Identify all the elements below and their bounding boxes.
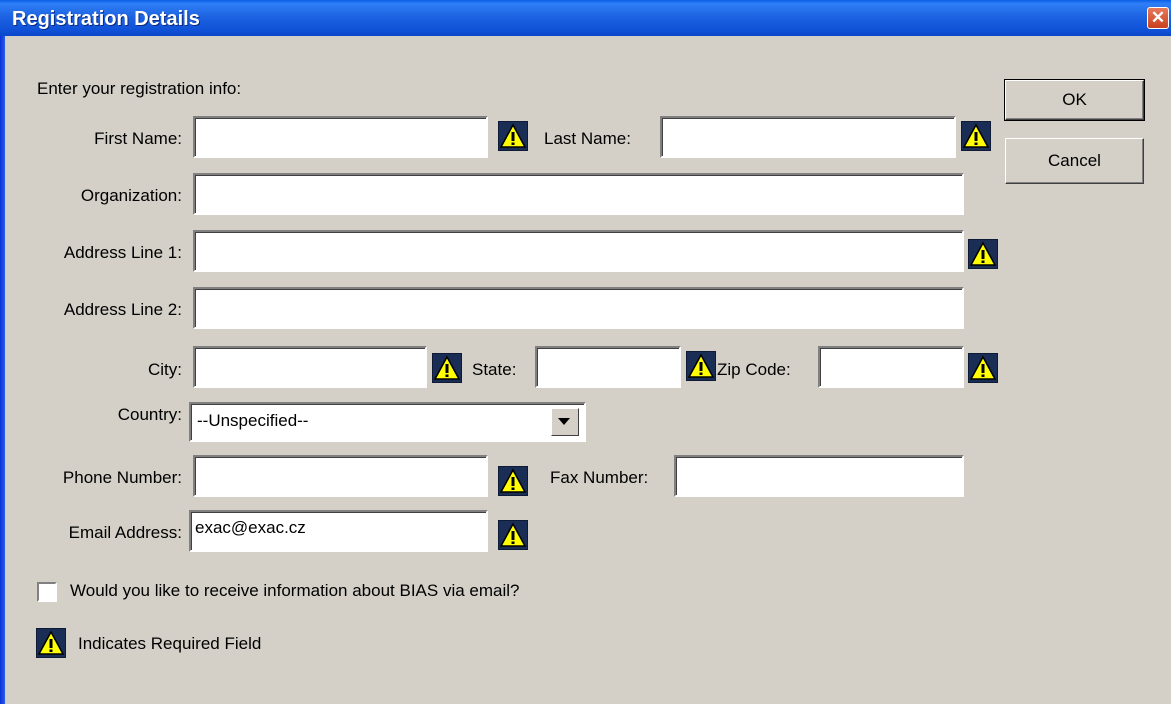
window-title: Registration Details <box>12 8 200 30</box>
email-address-input[interactable]: exac@exac.cz <box>189 510 488 552</box>
title-bar[interactable]: Registration Details ✕ <box>0 0 1171 36</box>
address-line-2-label: Address Line 2: <box>63 300 182 319</box>
ok-button[interactable]: OK <box>1004 79 1145 121</box>
state-input[interactable] <box>535 346 681 388</box>
first-name-label: First Name: <box>94 129 182 148</box>
address-line-1-input[interactable] <box>193 230 964 272</box>
organization-label: Organization: <box>80 186 182 205</box>
registration-dialog: Registration Details ✕ Enter your regist… <box>0 0 1171 704</box>
first-name-input[interactable] <box>193 116 488 158</box>
last-name-input[interactable] <box>660 116 956 158</box>
address-line-1-label: Address Line 1: <box>63 243 182 262</box>
address-line-2-input[interactable] <box>193 287 964 329</box>
warning-triangle-icon <box>961 121 991 151</box>
warning-triangle-icon <box>968 353 998 383</box>
zip-code-label: Zip Code: <box>717 360 791 379</box>
warning-triangle-icon <box>498 520 528 550</box>
country-label: Country: <box>117 405 182 424</box>
email-address-label: Email Address: <box>68 523 182 542</box>
last-name-label: Last Name: <box>544 129 631 148</box>
window-frame <box>0 36 5 704</box>
fax-number-input[interactable] <box>674 455 964 497</box>
bias-email-checkbox[interactable] <box>37 582 57 602</box>
country-select[interactable]: --Unspecified-- <box>189 402 586 442</box>
phone-number-input[interactable] <box>193 455 488 497</box>
bias-email-checkbox-label[interactable]: Would you like to receive information ab… <box>70 581 519 601</box>
warning-triangle-icon <box>968 239 998 269</box>
zip-code-input[interactable] <box>818 346 964 388</box>
fax-number-label: Fax Number: <box>550 468 649 487</box>
city-input[interactable] <box>193 346 427 388</box>
city-label: City: <box>148 360 182 379</box>
cancel-button[interactable]: Cancel <box>1005 138 1144 184</box>
close-icon: ✕ <box>1150 8 1166 27</box>
organization-input[interactable] <box>193 173 964 215</box>
warning-triangle-icon <box>498 121 528 151</box>
warning-triangle-icon <box>432 353 462 383</box>
intro-text: Enter your registration info: <box>37 79 242 98</box>
close-button[interactable]: ✕ <box>1147 7 1169 29</box>
warning-triangle-icon <box>498 466 528 496</box>
phone-number-label: Phone Number: <box>62 468 182 487</box>
chevron-down-icon[interactable] <box>551 408 579 436</box>
state-label: State: <box>472 360 517 379</box>
warning-triangle-icon <box>36 628 66 658</box>
warning-triangle-icon <box>686 351 716 381</box>
required-field-legend: Indicates Required Field <box>78 634 262 653</box>
